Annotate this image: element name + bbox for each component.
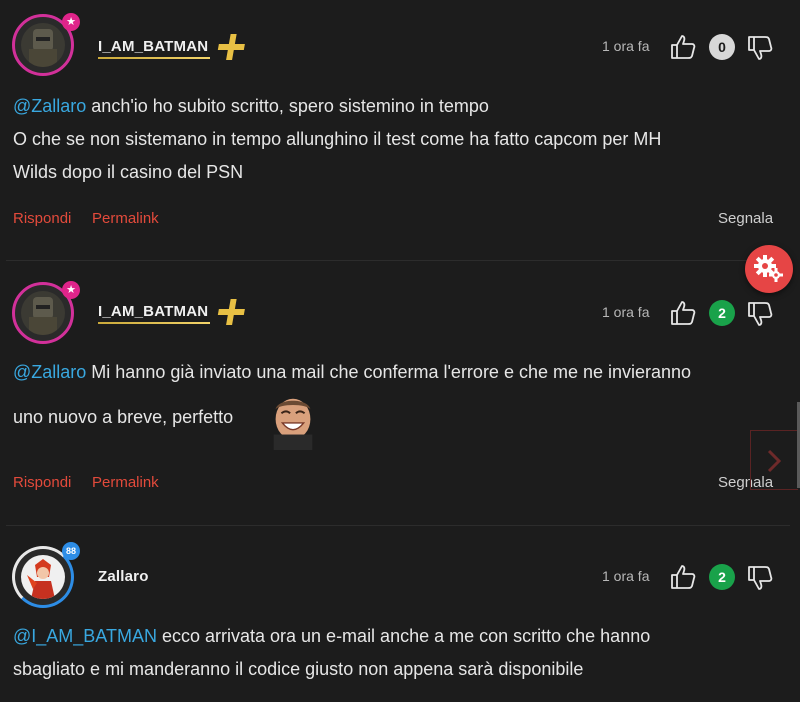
comment-text-line: sbagliato e mi manderanno il codice gius…: [13, 659, 584, 679]
comment-text-line: ecco arrivata ora un e-mail anche a me c…: [156, 626, 651, 646]
mention-link[interactable]: @I_AM_BATMAN: [13, 626, 157, 646]
gear-icon: [754, 255, 783, 282]
next-arrow-button[interactable]: [750, 430, 798, 490]
chevron-right-icon: [767, 449, 782, 473]
comment-text: @I_AM_BATMAN ecco arrivata ora un e-mail…: [13, 620, 783, 686]
avatar-image: [21, 555, 65, 599]
settings-fab[interactable]: [745, 245, 793, 293]
thumbs-up-icon[interactable]: [669, 563, 697, 591]
thumbs-down-icon[interactable]: [746, 564, 774, 592]
level-badge: 88: [62, 542, 80, 560]
score-badge: 2: [709, 564, 735, 590]
username[interactable]: Zallaro: [98, 568, 149, 585]
comment-3: 88 Zallaro 1 ora fa 2 @I_AM_BATMAN ecco …: [0, 0, 790, 702]
timestamp: 1 ora fa: [602, 568, 650, 584]
